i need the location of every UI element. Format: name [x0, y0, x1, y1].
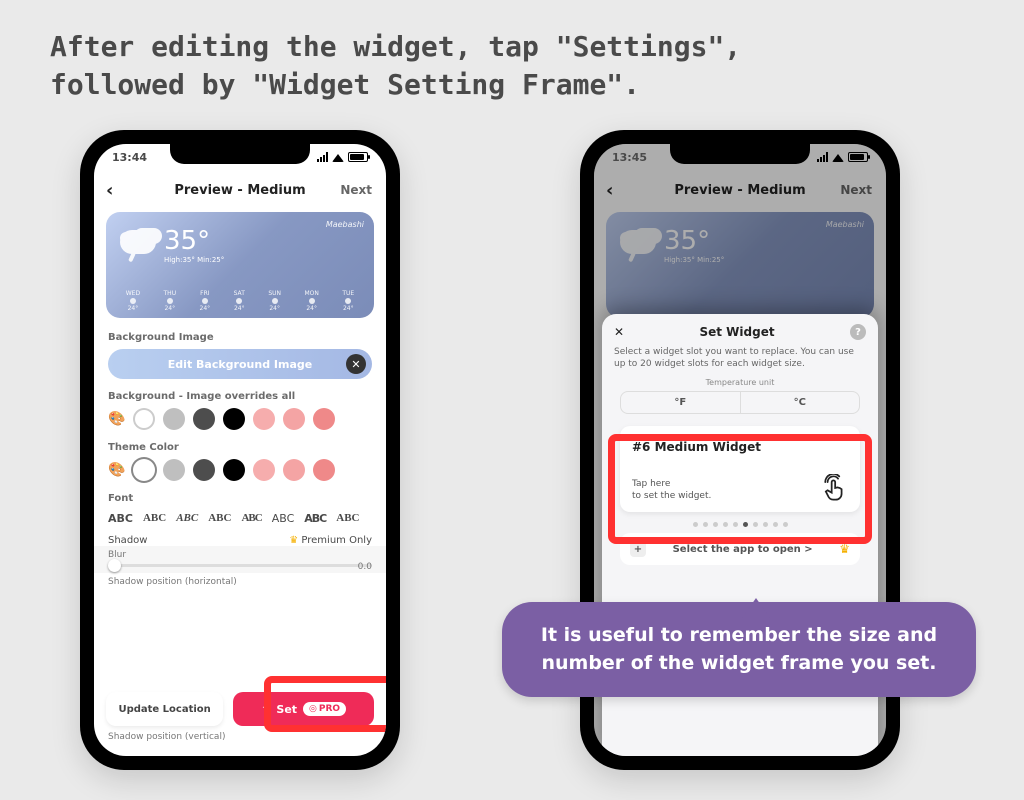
- screen: 13:44 ‹ Preview - Medium Next 35° High:3…: [94, 144, 386, 756]
- callout-highlight: [264, 676, 386, 732]
- shadow-v-label: Shadow position (vertical): [108, 732, 225, 742]
- callout-highlight: [608, 434, 872, 544]
- forecast-row: WED24° THU24° FRI24° SAT24° SUN24° MON24…: [114, 290, 366, 312]
- signal-icon: [317, 152, 328, 162]
- section-label: Shadow: [108, 535, 147, 546]
- edit-bg-button[interactable]: Edit Background Image ✕: [108, 349, 372, 379]
- crown-icon: ♛: [289, 535, 298, 546]
- hint-bubble: It is useful to remember the size and nu…: [502, 602, 976, 697]
- close-button[interactable]: ✕: [614, 325, 624, 339]
- theme-swatches[interactable]: 🎨: [108, 459, 372, 481]
- scroll-content: 35° High:35° Min:25° Maebashi WED24° THU…: [94, 208, 386, 756]
- weather-icon: [120, 230, 156, 254]
- back-button[interactable]: ‹: [106, 180, 113, 201]
- seg-f[interactable]: °F: [621, 392, 741, 413]
- select-app-label: Select the app to open >: [673, 544, 813, 555]
- next-button[interactable]: Next: [340, 183, 372, 197]
- sheet-title: Set Widget: [699, 325, 774, 339]
- sheet-description: Select a widget slot you want to replace…: [614, 346, 866, 370]
- palette-icon[interactable]: 🎨: [108, 411, 125, 427]
- blur-slider[interactable]: Blur 0.0: [94, 546, 386, 573]
- wifi-icon: [832, 148, 844, 162]
- temperature: 35°: [164, 226, 210, 256]
- shadow-h-row[interactable]: Shadow position (horizontal): [94, 573, 386, 593]
- weather-card: 35° High:35° Min:25° Maebashi WED24° THU…: [106, 212, 374, 318]
- heading-line: followed by "Widget Setting Frame".: [50, 66, 974, 104]
- temperature-range: High:35° Min:25°: [164, 256, 224, 264]
- temperature-unit-label: Temperature unit: [614, 378, 866, 387]
- font-picker[interactable]: ABCABCABCABCABCABCABCABC: [108, 510, 372, 527]
- nav-title: Preview - Medium: [174, 183, 305, 198]
- section-label: Font: [108, 493, 372, 504]
- bg-swatches[interactable]: 🎨: [108, 408, 372, 430]
- notch: [170, 144, 310, 164]
- edit-bg-label: Edit Background Image: [168, 358, 312, 371]
- notch: [670, 144, 810, 164]
- help-icon[interactable]: ?: [850, 324, 866, 340]
- section-label: Background Image: [108, 332, 372, 343]
- section-label: Background - Image overrides all: [108, 391, 372, 402]
- heading-line: After editing the widget, tap "Settings"…: [50, 28, 974, 66]
- phone-left: 13:44 ‹ Preview - Medium Next 35° High:3…: [80, 130, 400, 770]
- palette-icon[interactable]: 🎨: [108, 462, 125, 478]
- section-label: Theme Color: [108, 442, 372, 453]
- city-label: Maebashi: [326, 220, 364, 229]
- wifi-icon: [332, 148, 344, 162]
- status-time: 13:45: [612, 151, 647, 164]
- battery-icon: [348, 152, 368, 162]
- nav-bar: ‹ Preview - Medium Next: [94, 172, 386, 208]
- battery-icon: [848, 152, 868, 162]
- seg-c[interactable]: °C: [741, 392, 860, 413]
- temperature-unit-segment[interactable]: °F °C: [620, 391, 860, 414]
- premium-badge: ♛ Premium Only: [289, 535, 372, 546]
- instruction-heading: After editing the widget, tap "Settings"…: [50, 28, 974, 104]
- signal-icon: [817, 152, 828, 162]
- close-icon[interactable]: ✕: [346, 354, 366, 374]
- update-location-button[interactable]: Update Location: [106, 692, 223, 726]
- status-time: 13:44: [112, 151, 147, 164]
- star-icon: ♛: [839, 542, 850, 556]
